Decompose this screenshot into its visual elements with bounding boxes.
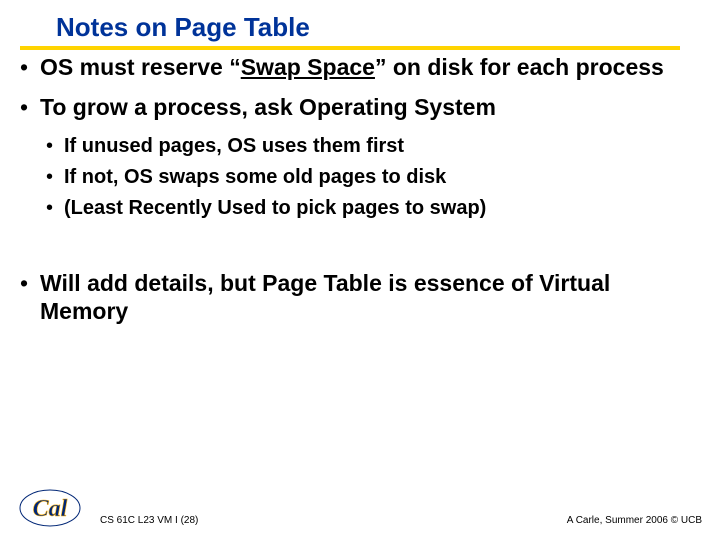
slide: Notes on Page Table • OS must reserve “S… [0, 0, 720, 540]
bullet-text: Will add details, but Page Table is esse… [40, 269, 702, 325]
swap-space-underlined: Swap Space [241, 54, 375, 80]
bullet-level2: • If not, OS swaps some old pages to dis… [46, 164, 702, 190]
footer-left-text: CS 61C L23 VM I (28) [100, 515, 198, 526]
bullet-icon: • [20, 269, 30, 297]
bullet-icon: • [46, 164, 56, 190]
text-fragment: OS must reserve “ [40, 54, 241, 80]
bullet-level2: • If unused pages, OS uses them first [46, 133, 702, 159]
bullet-icon: • [46, 195, 56, 221]
cal-logo-icon: Cal [18, 486, 82, 530]
bullet-icon: • [46, 133, 56, 159]
footer-right-text: A Carle, Summer 2006 © UCB [567, 515, 702, 526]
bullet-text: If unused pages, OS uses them first [64, 133, 404, 159]
slide-title: Notes on Page Table [56, 12, 702, 43]
svg-text:Cal: Cal [33, 496, 68, 522]
spacer [18, 226, 702, 266]
bullet-text: (Least Recently Used to pick pages to sw… [64, 195, 486, 221]
bullet-level1: • OS must reserve “Swap Space” on disk f… [18, 53, 702, 81]
text-fragment: ” on disk for each process [375, 54, 664, 80]
title-underline [20, 46, 680, 50]
bullet-text: If not, OS swaps some old pages to disk [64, 164, 446, 190]
slide-content: • OS must reserve “Swap Space” on disk f… [18, 53, 702, 325]
bullet-text: OS must reserve “Swap Space” on disk for… [40, 53, 664, 81]
bullet-level1: • Will add details, but Page Table is es… [18, 269, 702, 325]
bullet-icon: • [20, 93, 30, 121]
bullet-text: To grow a process, ask Operating System [40, 93, 496, 121]
bullet-level2: • (Least Recently Used to pick pages to … [46, 195, 702, 221]
bullet-icon: • [20, 53, 30, 81]
footer: Cal CS 61C L23 VM I (28) A Carle, Summer… [0, 480, 720, 530]
bullet-level1: • To grow a process, ask Operating Syste… [18, 93, 702, 121]
